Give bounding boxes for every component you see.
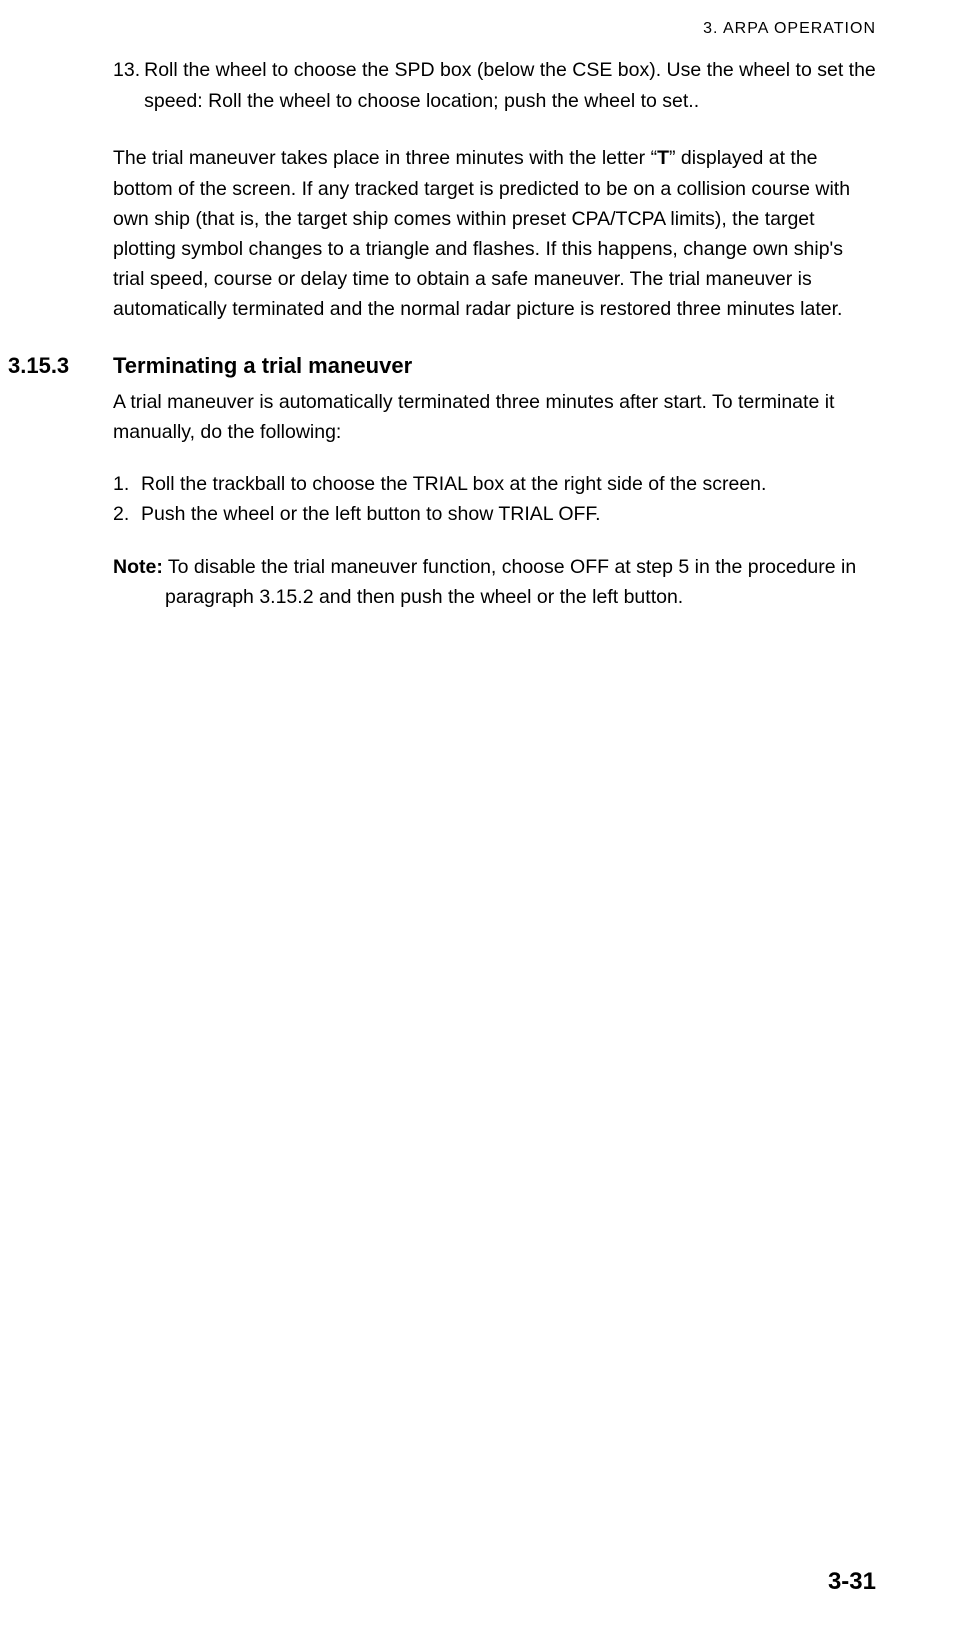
para-text-bold-t: T xyxy=(657,147,669,169)
section-intro: A trial maneuver is automatically termin… xyxy=(113,387,876,447)
page-content: 13. Roll the wheel to choose the SPD box… xyxy=(113,55,876,612)
list-item-number: 1. xyxy=(113,469,141,499)
list-item: 2. Push the wheel or the left button to … xyxy=(113,499,876,529)
section-title: Terminating a trial maneuver xyxy=(113,353,412,379)
list-item-text: Push the wheel or the left button to sho… xyxy=(141,499,601,529)
note-text: To disable the trial maneuver function, … xyxy=(163,556,856,608)
list-item-number: 2. xyxy=(113,499,141,529)
page-header: 3. ARPA OPERATION xyxy=(703,20,876,38)
paragraph-trial-maneuver: The trial maneuver takes place in three … xyxy=(113,143,876,324)
note-block: Note: To disable the trial maneuver func… xyxy=(113,552,876,612)
list-item: 1. Roll the trackball to choose the TRIA… xyxy=(113,469,876,499)
para-text-post: ” displayed at the bottom of the screen.… xyxy=(113,147,850,320)
step-13-number: 13. xyxy=(113,55,140,117)
list-item-text: Roll the trackball to choose the TRIAL b… xyxy=(141,469,766,499)
note-label: Note: xyxy=(113,556,163,578)
section-number: 3.15.3 xyxy=(8,353,113,379)
step-13: 13. Roll the wheel to choose the SPD box… xyxy=(113,55,876,117)
numbered-list: 1. Roll the trackball to choose the TRIA… xyxy=(113,469,876,529)
section-heading-row: 3.15.3 Terminating a trial maneuver xyxy=(8,353,876,379)
para-text-pre: The trial maneuver takes place in three … xyxy=(113,147,657,169)
step-13-text: Roll the wheel to choose the SPD box (be… xyxy=(144,55,876,117)
page-number: 3-31 xyxy=(828,1568,876,1596)
